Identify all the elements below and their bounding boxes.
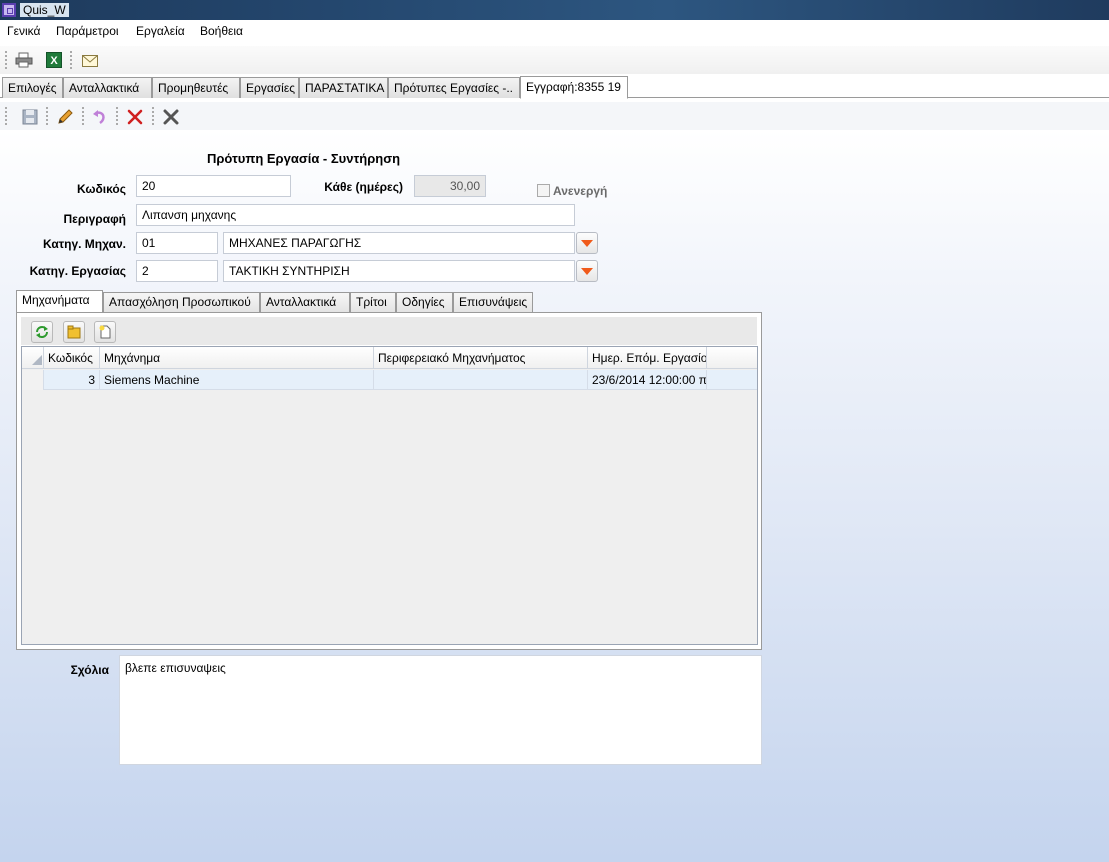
new-record-button[interactable] <box>94 321 116 343</box>
chevron-down-icon <box>581 267 593 275</box>
job-category-label: Κατηγ. Εργασίας <box>29 264 126 278</box>
cell-peripheral[interactable] <box>374 370 588 390</box>
code-label: Κωδικός <box>76 182 126 196</box>
row-selector-header <box>22 347 44 369</box>
tab-instructions[interactable]: Οδηγίες <box>396 292 453 312</box>
folder-icon <box>67 325 81 339</box>
notes-textarea[interactable]: βλεπε επισυναψεις <box>119 655 762 765</box>
cell-machine[interactable]: Siemens Machine <box>100 370 374 390</box>
new-document-icon <box>99 325 111 339</box>
tab-attachments[interactable]: Επισυνάψεις <box>453 292 533 312</box>
toolbar-separator <box>46 107 48 125</box>
menu-help[interactable]: Βοήθεια <box>200 24 243 38</box>
toolbar-grip <box>5 107 7 125</box>
delete-icon[interactable] <box>126 108 144 126</box>
machines-panel: Κωδικός Μηχάνημα Περιφερειακό Μηχανήματο… <box>16 312 762 650</box>
grid-header: Κωδικός Μηχάνημα Περιφερειακό Μηχανήματο… <box>22 347 757 369</box>
menu-bar: Γενικά Παράμετροι Εργαλεία Βοήθεια <box>0 20 1109 43</box>
description-label: Περιγραφή <box>63 212 126 226</box>
job-category-name-field[interactable]: ΤΑΚΤΙΚΗ ΣΥΝΤΗΡΙΣΗ <box>223 260 575 282</box>
machines-grid: Κωδικός Μηχάνημα Περιφερειακό Μηχανήματο… <box>21 346 758 645</box>
excel-icon[interactable]: X <box>45 51 63 69</box>
toolbar-separator <box>70 51 72 69</box>
toolbar-separator <box>116 107 118 125</box>
print-icon[interactable] <box>15 51 33 69</box>
title-bar: Quis_W <box>0 0 1109 20</box>
grid-toolbar <box>21 317 757 345</box>
tab-staff-employment[interactable]: Απασχόληση Προσωπικού <box>103 292 260 312</box>
toolbar-grip <box>5 51 7 69</box>
code-field[interactable]: 20 <box>136 175 291 197</box>
tab-jobs[interactable]: Εργασίες <box>240 77 299 98</box>
window-title: Quis_W <box>20 3 69 17</box>
email-icon[interactable] <box>81 52 99 70</box>
tab-template-jobs[interactable]: Πρότυπες Εργασίες -.. <box>388 77 520 98</box>
main-tab-strip: Επιλογές Ανταλλακτικά Προμηθευτές Εργασί… <box>0 76 1109 99</box>
form-heading: Πρότυπη Εργασία - Συντήρηση <box>207 151 401 166</box>
inactive-checkbox[interactable] <box>537 184 550 197</box>
chevron-down-icon <box>581 239 593 247</box>
machine-category-label: Κατηγ. Μηχαν. <box>43 237 126 251</box>
open-folder-button[interactable] <box>63 321 85 343</box>
column-header-peripheral[interactable]: Περιφερειακό Μηχανήματος <box>374 347 588 369</box>
machine-category-code-field[interactable]: 01 <box>136 232 218 254</box>
tab-documents[interactable]: ΠΑΡΑΣΤΑΤΙΚΑ <box>299 77 388 98</box>
cell-code[interactable]: 3 <box>44 370 100 390</box>
table-row[interactable]: 3 Siemens Machine 23/6/2014 12:00:00 π <box>22 370 757 390</box>
description-field[interactable]: Λιπανση μηχανης <box>136 204 575 226</box>
refresh-icon <box>36 326 48 338</box>
svg-text:X: X <box>50 55 58 67</box>
tab-options[interactable]: Επιλογές <box>2 77 63 98</box>
cell-next-job-date[interactable]: 23/6/2014 12:00:00 π <box>588 370 707 390</box>
column-header-machine[interactable]: Μηχάνημα <box>100 347 374 369</box>
corner-triangle-icon <box>32 355 42 365</box>
tab-spare-parts[interactable]: Ανταλλακτικά <box>63 77 152 98</box>
record-toolbar <box>0 102 1109 130</box>
tab-third-parties[interactable]: Τρίτοι <box>350 292 396 312</box>
machine-category-dropdown-button[interactable] <box>576 232 598 254</box>
every-days-label: Κάθε (ημέρες) <box>324 180 403 194</box>
notes-label: Σχόλια <box>70 663 109 677</box>
toolbar-separator <box>152 107 154 125</box>
job-category-code-field[interactable]: 2 <box>136 260 218 282</box>
menu-tools[interactable]: Εργαλεία <box>136 24 185 38</box>
every-days-field: 30,00 <box>414 175 486 197</box>
close-icon[interactable] <box>162 108 180 126</box>
toolbar-separator <box>82 107 84 125</box>
edit-pencil-icon[interactable] <box>56 108 74 126</box>
menu-parameters[interactable]: Παράμετροι <box>56 24 119 38</box>
main-toolbar: X <box>0 46 1109 74</box>
undo-icon[interactable] <box>91 108 109 126</box>
save-icon[interactable] <box>21 108 39 126</box>
job-category-dropdown-button[interactable] <box>576 260 598 282</box>
tab-inner-spare-parts[interactable]: Ανταλλακτικά <box>260 292 350 312</box>
inactive-label: Ανενεργή <box>553 184 608 198</box>
row-selector[interactable] <box>22 370 44 390</box>
app-icon <box>2 3 16 17</box>
refresh-button[interactable] <box>31 321 53 343</box>
tab-machines[interactable]: Μηχανήματα <box>16 290 103 313</box>
machine-category-name-field[interactable]: ΜΗΧΑΝΕΣ ΠΑΡΑΓΩΓΗΣ <box>223 232 575 254</box>
menu-general[interactable]: Γενικά <box>7 24 40 38</box>
column-header-next-job-date[interactable]: Ημερ. Επόμ. Εργασίο <box>588 347 707 369</box>
column-header-code[interactable]: Κωδικός <box>44 347 100 369</box>
tab-suppliers[interactable]: Προμηθευτές <box>152 77 240 98</box>
tab-record[interactable]: Εγγραφή:8355 19 <box>520 76 628 99</box>
